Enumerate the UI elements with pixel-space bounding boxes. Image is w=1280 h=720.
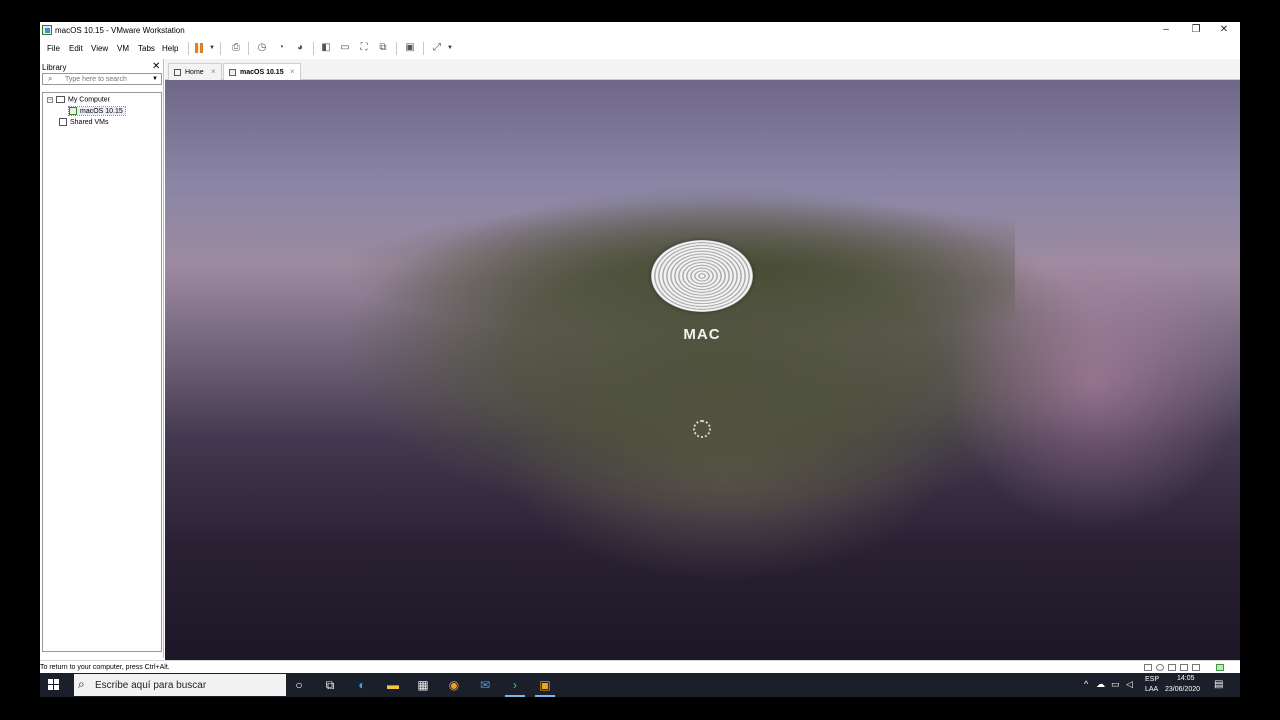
- library-panel: Library ✕ ⌕ Type here to search ▼ − My Co…: [40, 59, 164, 658]
- menu-file[interactable]: File: [47, 44, 60, 53]
- snapshot-icon[interactable]: ◷: [256, 42, 268, 54]
- mac-logo-icon: [651, 240, 753, 312]
- tree-item-label: Shared VMs: [70, 118, 109, 126]
- search-icon: ⌕: [48, 74, 53, 83]
- status-text: To return to your computer, press Ctrl+A…: [40, 664, 170, 671]
- mail-icon[interactable]: ✉: [477, 677, 493, 693]
- cortana-icon[interactable]: ○: [291, 677, 307, 693]
- edge-icon[interactable]: ◐: [354, 677, 370, 693]
- network-tray-icon[interactable]: ▭: [1111, 679, 1120, 690]
- onedrive-icon[interactable]: ☁: [1096, 679, 1105, 690]
- message-log-icon[interactable]: [1216, 664, 1224, 671]
- vmware-window: macOS 10.15 - VMware Workstation – ❐ ✕ F…: [40, 22, 1240, 697]
- cd-dvd-icon[interactable]: [1156, 664, 1164, 671]
- vm-icon: [229, 69, 236, 76]
- chevron-down-icon[interactable]: ▼: [152, 76, 158, 82]
- toolbar-separator: [248, 42, 249, 55]
- clock-time[interactable]: 14:05: [1177, 675, 1195, 682]
- library-view-icon[interactable]: ◧: [320, 42, 332, 54]
- library-search-placeholder: Type here to search: [65, 76, 127, 83]
- tree-item-label: My Computer: [68, 96, 111, 104]
- notifications-icon[interactable]: ▤: [1214, 679, 1223, 690]
- tree-item-macos[interactable]: macOS 10.15: [68, 106, 126, 116]
- library-search-input[interactable]: ⌕ Type here to search ▼: [42, 73, 162, 85]
- terminal-app-icon[interactable]: ›: [505, 677, 525, 697]
- status-bar: To return to your computer, press Ctrl+A…: [40, 660, 1240, 673]
- taskbar-search-input[interactable]: ⌕ Escribe aquí para buscar: [74, 674, 286, 696]
- close-icon[interactable]: ×: [211, 67, 216, 76]
- revert-snapshot-icon[interactable]: ◔: [275, 42, 287, 54]
- tab-bar: Home × macOS 10.15 ×: [165, 59, 1240, 80]
- volume-icon[interactable]: ◁: [1126, 679, 1133, 690]
- network-icon[interactable]: [1168, 664, 1176, 671]
- library-title: Library: [42, 63, 67, 72]
- menu-edit[interactable]: Edit: [69, 44, 83, 53]
- vm-display[interactable]: MAC: [165, 80, 1240, 660]
- vmware-taskbar-icon[interactable]: ▣: [535, 677, 555, 697]
- minimize-button[interactable]: –: [1152, 22, 1180, 38]
- tab-home[interactable]: Home ×: [168, 63, 222, 80]
- loading-spinner-icon: [693, 420, 711, 438]
- taskbar-search-placeholder: Escribe aquí para buscar: [95, 680, 207, 691]
- language-top[interactable]: ESP: [1145, 676, 1159, 683]
- home-icon: [174, 69, 181, 76]
- menu-vm[interactable]: VM: [117, 44, 129, 53]
- tab-label: macOS 10.15: [240, 69, 284, 76]
- restore-button[interactable]: ❐: [1182, 22, 1210, 38]
- window-title: macOS 10.15 - VMware Workstation: [55, 26, 185, 35]
- windows-taskbar: ⌕ Escribe aquí para buscar ○ ⧉ ◐ ▬ ▦ ◉ ✉…: [40, 673, 1240, 697]
- close-icon[interactable]: ✕: [152, 61, 160, 72]
- close-button[interactable]: ✕: [1210, 22, 1238, 38]
- vmware-app-icon: [42, 25, 52, 35]
- menu-view[interactable]: View: [91, 44, 108, 53]
- sound-icon[interactable]: [1180, 664, 1188, 671]
- store-icon[interactable]: ▦: [415, 677, 431, 693]
- snapshot-manager-icon[interactable]: ◕: [294, 42, 306, 54]
- screen: macOS 10.15 - VMware Workstation – ❐ ✕ F…: [0, 0, 1280, 720]
- language-bottom[interactable]: LAA: [1145, 686, 1158, 693]
- full-screen-icon[interactable]: ⛶: [358, 42, 370, 54]
- tab-macos[interactable]: macOS 10.15 ×: [223, 63, 301, 80]
- collapse-icon[interactable]: −: [47, 96, 53, 103]
- chevron-up-icon[interactable]: ^: [1084, 679, 1088, 689]
- vm-icon: [69, 107, 77, 115]
- hard-disk-icon[interactable]: [1144, 664, 1152, 671]
- console-icon[interactable]: ▣: [404, 42, 416, 54]
- tab-label: Home: [185, 69, 204, 76]
- menu-toolbar: File Edit View VM Tabs Help ▼ ⎙ ◷ ◔ ◕ ◧ …: [40, 38, 1240, 58]
- library-tree: − My Computer macOS 10.15 Shared VMs: [42, 92, 162, 652]
- task-view-icon[interactable]: ⧉: [322, 677, 338, 693]
- thumbnail-view-icon[interactable]: ▭: [339, 42, 351, 54]
- toolbar-separator: [313, 42, 314, 55]
- toolbar-separator: [220, 42, 221, 55]
- computer-icon: [56, 96, 65, 103]
- close-icon[interactable]: ×: [290, 67, 295, 76]
- search-icon: ⌕: [78, 677, 85, 691]
- tree-item-shared-vms[interactable]: Shared VMs: [59, 118, 109, 126]
- chevron-down-icon[interactable]: ▼: [447, 45, 453, 51]
- toolbar-separator: [188, 42, 189, 55]
- toolbar-separator: [423, 42, 424, 55]
- tree-item-label: macOS 10.15: [80, 107, 123, 115]
- pause-icon[interactable]: [195, 43, 204, 53]
- chrome-icon[interactable]: ◉: [446, 677, 462, 693]
- chevron-down-icon[interactable]: ▼: [209, 45, 215, 51]
- send-ctrl-alt-del-icon[interactable]: ⎙: [230, 42, 242, 54]
- clock-date[interactable]: 23/06/2020: [1165, 686, 1200, 693]
- menu-help[interactable]: Help: [162, 44, 178, 53]
- file-explorer-icon[interactable]: ▬: [385, 677, 401, 693]
- toolbar-separator: [396, 42, 397, 55]
- shared-vms-icon: [59, 118, 67, 126]
- unity-icon[interactable]: ⧉: [377, 42, 389, 54]
- usb-icon[interactable]: [1192, 664, 1200, 671]
- stretch-icon[interactable]: ⤢: [431, 42, 443, 54]
- mac-logo-label: MAC: [683, 326, 721, 343]
- title-bar: macOS 10.15 - VMware Workstation – ❐ ✕: [40, 22, 1240, 38]
- tree-item-my-computer[interactable]: − My Computer: [47, 96, 110, 103]
- menu-tabs[interactable]: Tabs: [138, 44, 155, 53]
- windows-start-icon[interactable]: [48, 679, 60, 691]
